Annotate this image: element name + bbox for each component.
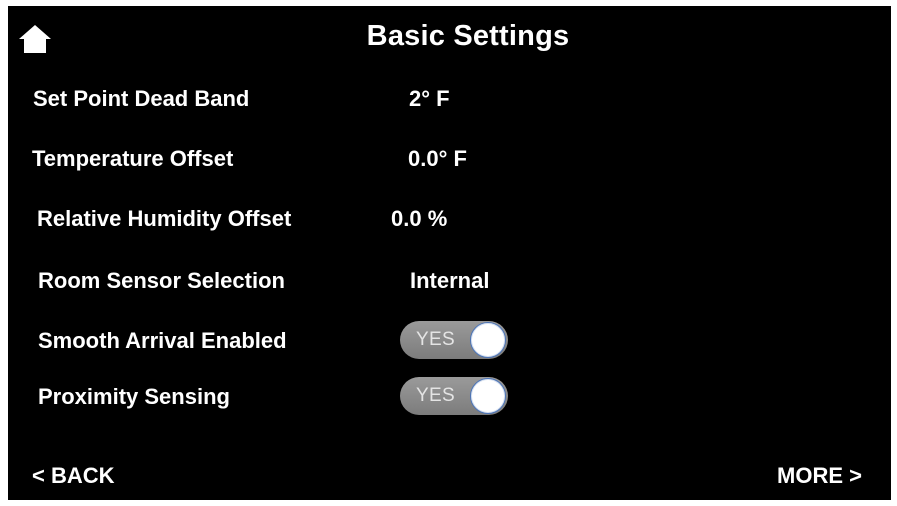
setting-label: Temperature Offset — [32, 146, 234, 171]
setting-row-humidity-offset: Relative Humidity Offset 0.0 % — [37, 206, 637, 240]
room-sensor-value[interactable]: Internal — [410, 268, 489, 294]
setting-row-dead-band: Set Point Dead Band 2° F — [33, 86, 633, 120]
setting-label: Room Sensor Selection — [38, 268, 285, 293]
humidity-offset-value[interactable]: 0.0 % — [391, 206, 447, 232]
dead-band-value[interactable]: 2° F — [409, 86, 450, 112]
back-button[interactable]: < BACK — [32, 463, 115, 489]
setting-label: Smooth Arrival Enabled — [38, 328, 287, 353]
setting-label: Set Point Dead Band — [33, 86, 250, 111]
page-title: Basic Settings — [366, 20, 570, 52]
toggle-knob — [470, 322, 506, 358]
settings-screen: Basic Settings Set Point Dead Band 2° F … — [8, 6, 891, 500]
setting-label: Relative Humidity Offset — [37, 206, 292, 231]
setting-row-room-sensor: Room Sensor Selection Internal — [38, 268, 638, 302]
toggle-knob — [470, 378, 506, 414]
toggle-state-text: YES — [416, 329, 455, 350]
setting-row-proximity-sensing: Proximity Sensing — [38, 384, 638, 418]
smooth-arrival-toggle[interactable]: YES — [400, 321, 508, 359]
more-button[interactable]: MORE > — [777, 463, 862, 489]
toggle-state-text: YES — [416, 385, 455, 406]
proximity-sensing-toggle[interactable]: YES — [400, 377, 508, 415]
temperature-offset-value[interactable]: 0.0° F — [408, 146, 467, 172]
setting-row-temperature-offset: Temperature Offset 0.0° F — [32, 146, 632, 180]
setting-row-smooth-arrival: Smooth Arrival Enabled — [38, 328, 638, 362]
setting-label: Proximity Sensing — [38, 384, 230, 409]
